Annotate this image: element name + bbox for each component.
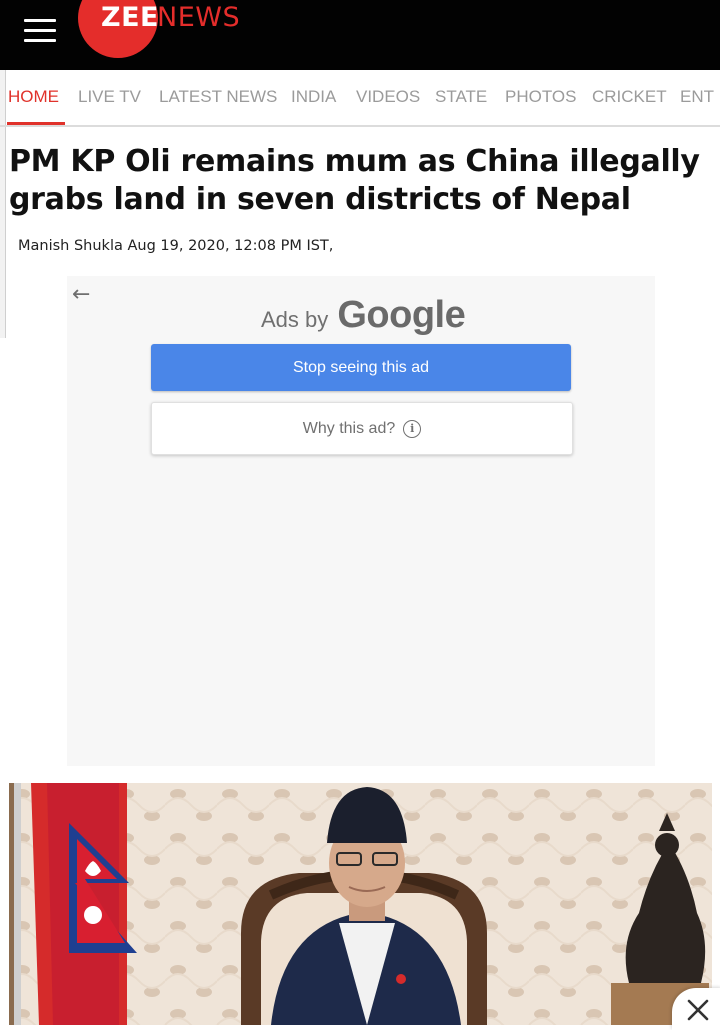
main-nav: HOME LIVE TV LATEST NEWS INDIA VIDEOS ST… [0, 70, 720, 127]
info-icon: i [403, 419, 422, 438]
nav-item-latest-news[interactable]: LATEST NEWS [159, 87, 277, 107]
menu-icon[interactable] [24, 19, 56, 43]
site-header: ZEE NEWS [0, 0, 720, 70]
ads-by-label: Ads by [261, 307, 329, 332]
google-wordmark: Google [337, 294, 466, 336]
logo-news-text: NEWS [157, 2, 241, 33]
article-photo-illustration [9, 783, 712, 1025]
article-byline: Manish Shukla Aug 19, 2020, 12:08 PM IST… [18, 238, 334, 254]
nav-item-videos[interactable]: VIDEOS [356, 87, 420, 107]
nav-item-home[interactable]: HOME [8, 87, 59, 107]
nav-item-state[interactable]: STATE [435, 87, 487, 107]
nav-active-indicator [7, 122, 65, 125]
stop-seeing-ad-button[interactable]: Stop seeing this ad [151, 344, 571, 391]
why-this-ad-button[interactable]: Why this ad? i [151, 402, 573, 455]
ads-by-google: Ads by Google [261, 294, 466, 337]
nav-item-cricket[interactable]: CRICKET [592, 87, 667, 107]
article-photo [9, 783, 712, 1025]
back-arrow-icon[interactable]: ← [72, 282, 90, 307]
logo-zee-text: ZEE [101, 2, 159, 33]
nav-item-live-tv[interactable]: LIVE TV [78, 87, 141, 107]
nav-item-india[interactable]: INDIA [291, 87, 336, 107]
nav-item-photos[interactable]: PHOTOS [505, 87, 576, 107]
why-this-ad-label: Why this ad? [302, 419, 396, 437]
google-ad-panel: ← Ads by Google Stop seeing this ad Why … [67, 276, 655, 766]
close-icon [687, 999, 709, 1021]
close-ad-button[interactable] [672, 988, 720, 1030]
nav-item-ent[interactable]: ENT [680, 87, 714, 107]
article-headline: PM KP Oli remains mum as China illegally… [9, 144, 700, 217]
